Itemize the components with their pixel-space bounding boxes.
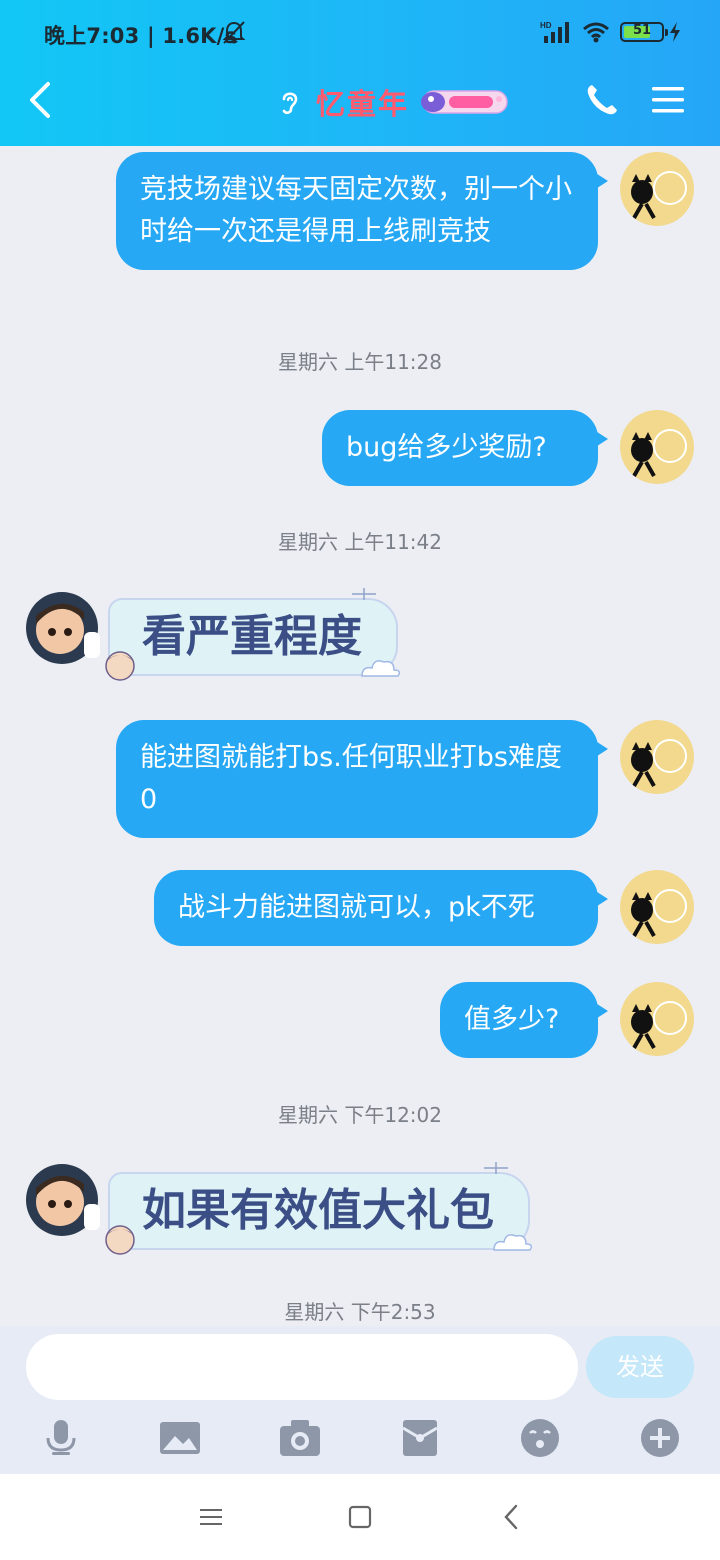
svip-badge-icon: [421, 90, 508, 114]
timestamp: 星期六 上午11:42: [278, 530, 442, 554]
chat-title-group: 忆童年: [278, 80, 509, 124]
bubble-decoration-icon: [105, 1225, 135, 1255]
message-bubble-sent[interactable]: 值多少?: [440, 982, 608, 1058]
battery-level: 51: [632, 23, 652, 38]
message-text: 战斗力能进图就可以，pk不死: [178, 892, 535, 923]
message-bubble-sent[interactable]: bug给多少奖励?: [322, 410, 608, 486]
composer: 发送: [0, 1326, 720, 1474]
message-text: 看严重程度: [142, 611, 362, 662]
ear-icon: [282, 92, 298, 115]
avatar[interactable]: [620, 720, 694, 794]
timestamp: 星期六 下午12:02: [278, 1103, 442, 1127]
bubble-decoration-icon: [105, 651, 135, 681]
microphone-icon[interactable]: [40, 1418, 82, 1458]
signal-icon: HD: [540, 21, 569, 43]
sparkle-icon: [352, 588, 376, 600]
camera-icon[interactable]: [279, 1418, 321, 1458]
message-text: bug给多少奖励?: [346, 432, 547, 463]
message-text: 竞技场建议每天固定次数，别一个小时给一次还是得用上线刷竞技: [140, 174, 572, 247]
message-text: 如果有效值大礼包: [142, 1185, 494, 1236]
avatar-image: [631, 1001, 687, 1049]
image-icon[interactable]: [159, 1418, 201, 1458]
menu-recents-icon[interactable]: [196, 1502, 226, 1532]
timestamp: 星期六 上午11:28: [278, 350, 442, 374]
cloud-decoration-icon: [361, 660, 401, 677]
avatar[interactable]: [620, 410, 694, 484]
avatar-image: [631, 429, 687, 477]
cloud-decoration-icon: [493, 1234, 533, 1251]
timestamp: 星期六 下午2:53: [284, 1300, 436, 1324]
message-input[interactable]: [26, 1334, 578, 1400]
message-bubble-received[interactable]: 如果有效值大礼包: [105, 1162, 533, 1255]
svg-text:HD: HD: [540, 21, 552, 30]
red-packet-icon[interactable]: [399, 1418, 441, 1458]
phone-icon[interactable]: [584, 82, 620, 118]
message-bubble-sent[interactable]: 战斗力能进图就可以，pk不死: [154, 870, 608, 946]
message-text: 值多少?: [464, 1004, 560, 1035]
avatar-image: [631, 889, 687, 937]
avatar[interactable]: [620, 982, 694, 1056]
home-square-icon[interactable]: [345, 1502, 375, 1532]
message-bubble-sent[interactable]: 竞技场建议每天固定次数，别一个小时给一次还是得用上线刷竞技: [116, 152, 608, 270]
avatar[interactable]: [24, 1162, 100, 1238]
avatar-image: [631, 171, 687, 219]
avatar-image: [631, 739, 687, 787]
avatar[interactable]: [620, 152, 694, 226]
message-bubble-received[interactable]: 看严重程度: [105, 588, 401, 681]
message-bubble-sent[interactable]: 能进图就能打bs.任何职业打bs难度0: [116, 720, 608, 838]
chat-title: 忆童年: [316, 87, 410, 121]
avatar[interactable]: [620, 870, 694, 944]
sparkle-icon: [484, 1162, 508, 1174]
avatar[interactable]: [24, 590, 100, 666]
muted-bell-icon: [222, 21, 246, 44]
status-bar: 晚上7:03 | 1.6K/s HD 51: [0, 0, 720, 66]
emoji-icon[interactable]: [519, 1418, 561, 1458]
system-nav-bar: [0, 1474, 720, 1560]
avatar-image: [26, 1164, 100, 1236]
back-chevron-icon[interactable]: [497, 1502, 527, 1532]
top-bar: 晚上7:03 | 1.6K/s HD 51 忆童年: [0, 0, 720, 146]
battery-icon: 51: [620, 22, 668, 42]
plus-icon[interactable]: [639, 1418, 681, 1458]
send-button[interactable]: 发送: [586, 1336, 694, 1398]
chat-messages[interactable]: 竞技场建议每天固定次数，别一个小时给一次还是得用上线刷竞技 星期六 上午11:2…: [0, 146, 720, 1326]
menu-icon[interactable]: [650, 84, 686, 116]
message-text: 能进图就能打bs.任何职业打bs难度0: [140, 742, 562, 815]
avatar-image: [26, 592, 100, 664]
charging-icon: [670, 22, 680, 42]
status-time: 晚上7:03 | 1.6K/s: [44, 24, 238, 48]
back-icon[interactable]: [24, 80, 58, 120]
wifi-icon: [583, 22, 609, 43]
